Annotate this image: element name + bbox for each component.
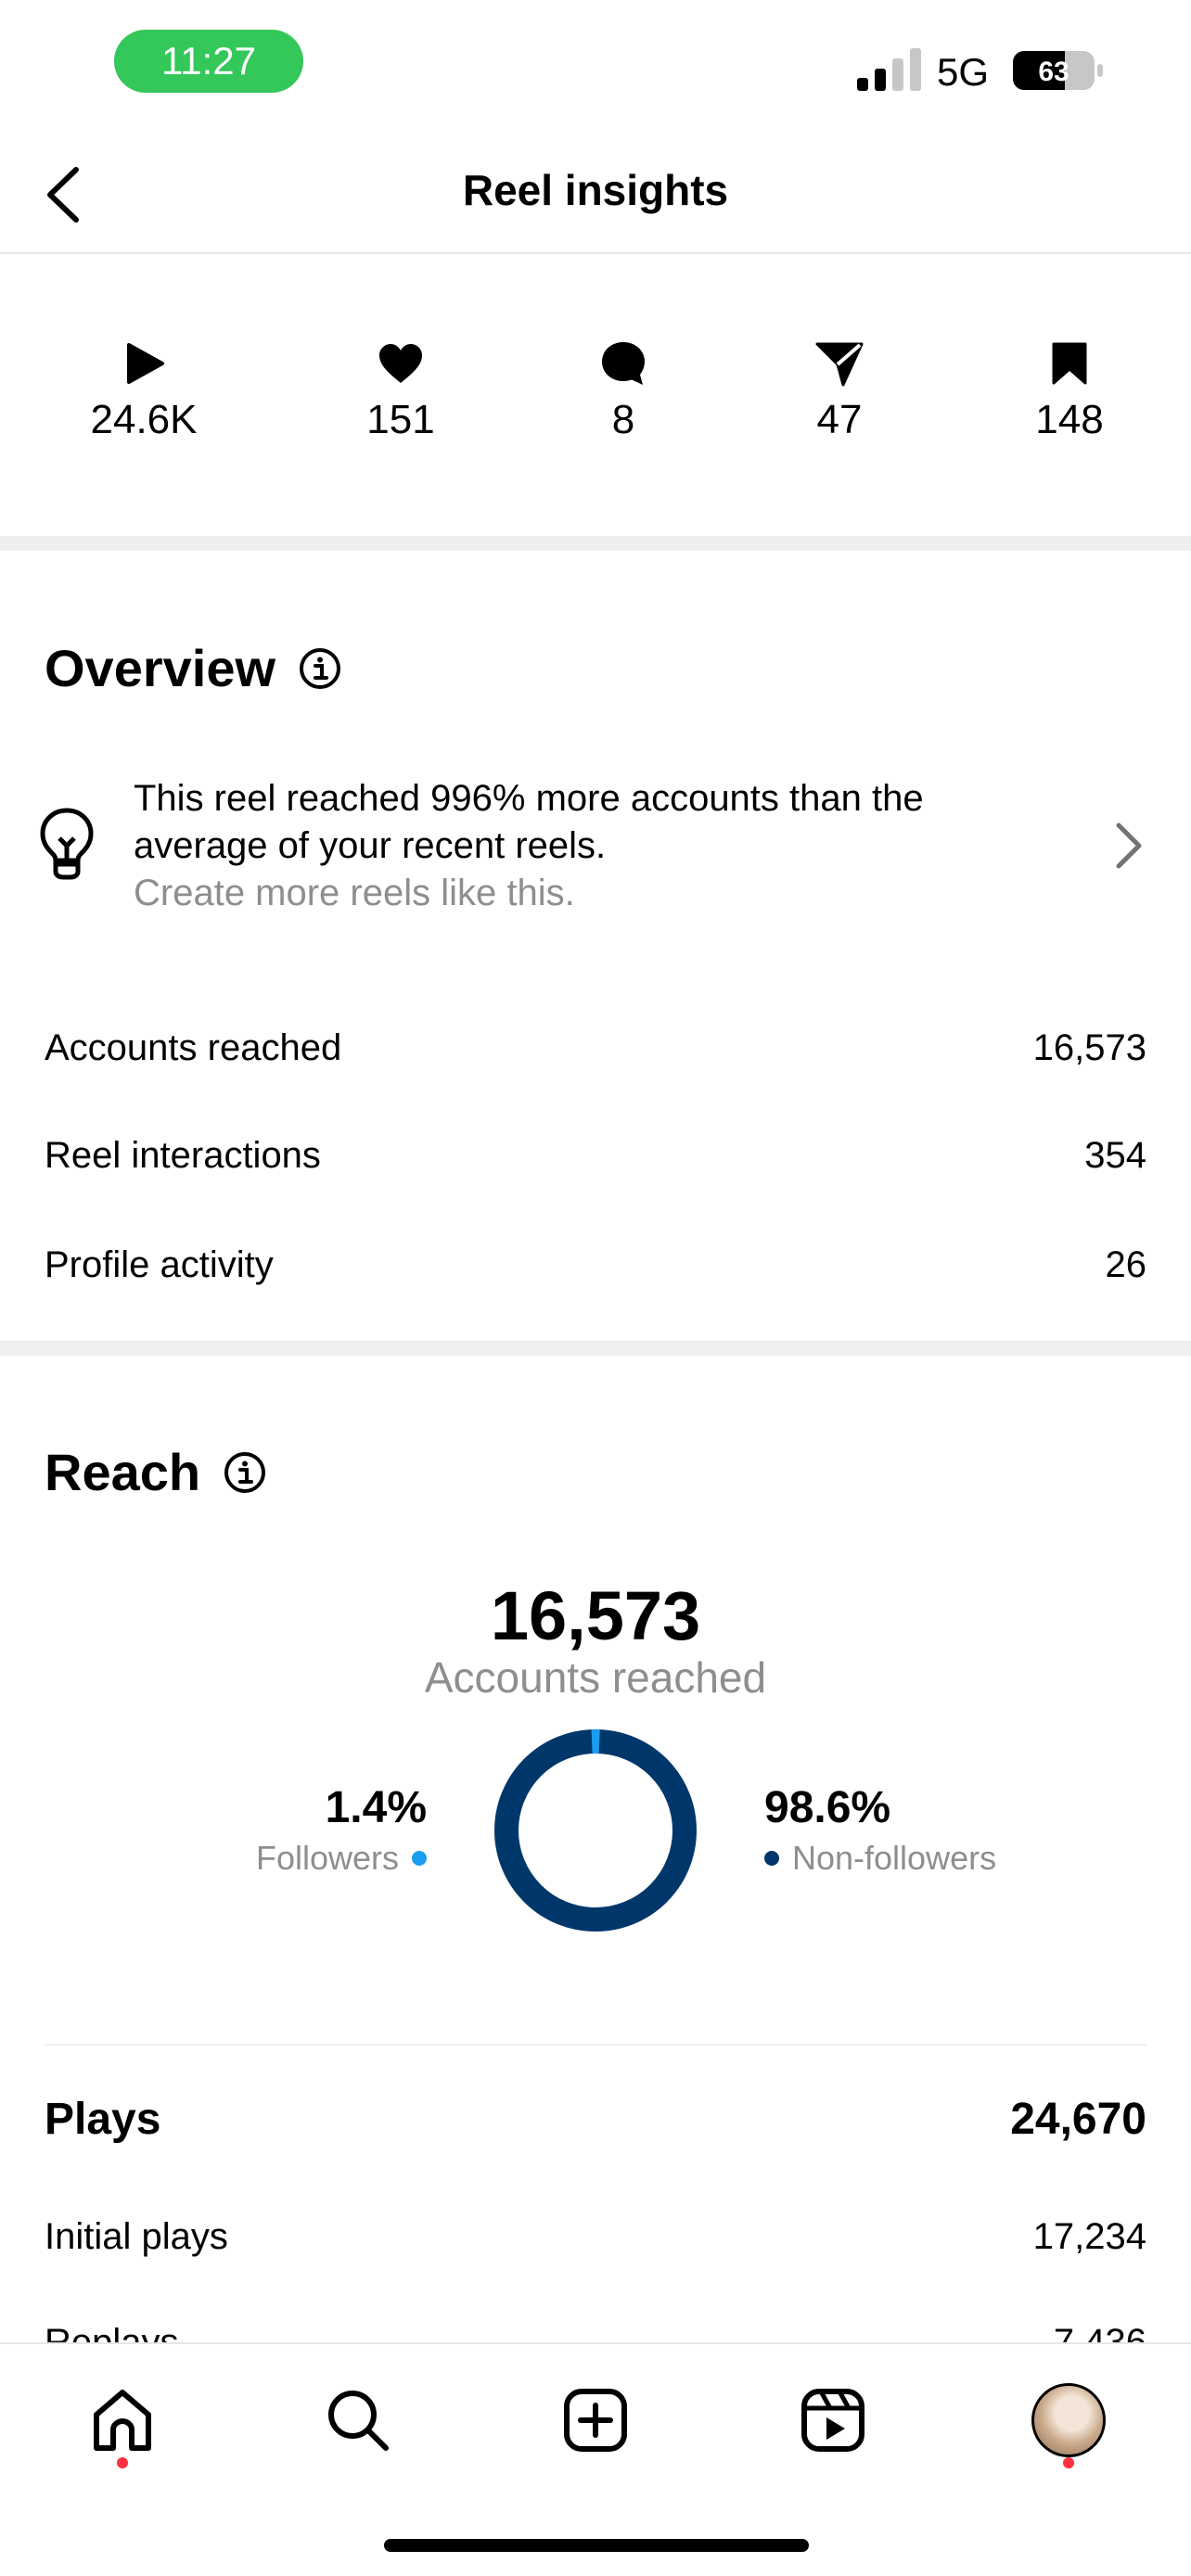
plays-value: 24,670 [1010,2095,1146,2144]
heart-icon [379,344,422,383]
home-notification-dot [117,2457,128,2468]
followers-percent: 1.4% [325,1783,427,1832]
bookmark-icon [1052,342,1087,385]
followers-label: Followers [255,1839,399,1877]
share-icon [815,342,864,387]
reels-icon [801,2389,864,2452]
reach-heading: Reach [45,1442,267,1502]
legend-followers: 1.4% Followers [256,1782,427,1878]
profile-notification-dot [1063,2457,1074,2468]
insight-card[interactable]: This reel reached 996% more accounts tha… [0,760,1191,927]
stat-likes: 151 [308,339,493,443]
metric-label: Reel interactions [45,1134,321,1176]
info-icon[interactable] [223,1450,267,1495]
info-icon[interactable] [298,646,342,691]
metric-value: 17,234 [1032,2215,1146,2257]
stat-value: 24.6K [90,397,198,442]
non-followers-dot [764,1851,779,1866]
network-type: 5G [937,50,990,94]
insight-text: This reel reached 996% more accounts tha… [134,775,1061,917]
metric-initial-plays: Initial plays 17,234 [45,2209,1146,2264]
metric-value: 354 [1084,1134,1146,1176]
play-icon [127,343,164,384]
metric-label: Profile activity [45,1243,274,1285]
stat-value: 8 [611,397,635,442]
non-followers-percent: 98.6% [764,1783,891,1832]
non-followers-segment [494,1729,697,1932]
stat-comments: 8 [531,339,716,443]
non-followers-label: Non-followers [792,1839,997,1877]
status-time: 11:27 [114,30,303,93]
plays-row: Plays 24,670 [45,2094,1146,2145]
battery-level: 63 [1038,57,1069,87]
insight-line-2: average of your recent reels. [134,825,607,866]
lightbulb-icon [40,808,94,880]
profile-avatar [1031,2383,1106,2457]
battery-icon: 63 [1013,51,1103,90]
followers-dot [412,1851,427,1866]
metric-accounts-reached[interactable]: Accounts reached 16,573 [45,1020,1146,1076]
stat-shares: 47 [747,339,932,443]
legend-non-followers: 98.6% Non-followers [764,1782,996,1878]
insight-subtitle: Create more reels like this. [134,873,575,913]
stat-value: 47 [816,397,863,442]
overview-heading: Overview [45,638,342,698]
search-icon [328,2391,389,2451]
stat-saves: 148 [977,339,1162,443]
stat-value: 148 [1035,397,1104,442]
nav-home[interactable] [85,2383,160,2457]
signal-icon [857,48,921,91]
divider [45,2044,1146,2046]
metric-value: 26 [1105,1243,1147,1285]
metric-value: 16,573 [1032,1027,1146,1068]
home-icon [94,2390,151,2451]
section-separator [0,536,1191,551]
comment-icon [602,342,645,385]
home-indicator [384,2539,809,2552]
stats-row: 24.6K 151 8 47 148 [0,254,1191,536]
metric-reel-interactions[interactable]: Reel interactions 354 [45,1128,1146,1183]
stat-value: 151 [366,397,435,442]
chevron-right-icon [1116,823,1142,869]
nav-profile[interactable] [1031,2383,1106,2457]
insight-line-1: This reel reached 996% more accounts tha… [134,778,924,819]
metric-label: Accounts reached [45,1027,342,1068]
nav-create[interactable] [558,2383,633,2457]
status-bar: 11:27 5G 63 [0,0,1191,130]
create-icon [564,2389,627,2452]
nav-search[interactable] [321,2383,395,2457]
reach-total-label: Accounts reached [424,1653,767,1702]
page-title: Reel insights [462,166,729,214]
reach-title: Reach [45,1443,201,1501]
reach-donut-chart [494,1729,697,1932]
metric-profile-activity[interactable]: Profile activity 26 [45,1237,1146,1293]
stat-plays: 24.6K [51,339,237,443]
overview-title: Overview [45,639,276,697]
section-separator [0,1341,1191,1356]
plays-label: Plays [45,2095,161,2144]
header: Reel insights [0,130,1191,254]
metric-label: Initial plays [45,2215,228,2257]
reach-total: 16,573 [490,1577,701,1654]
nav-reels[interactable] [796,2383,870,2457]
